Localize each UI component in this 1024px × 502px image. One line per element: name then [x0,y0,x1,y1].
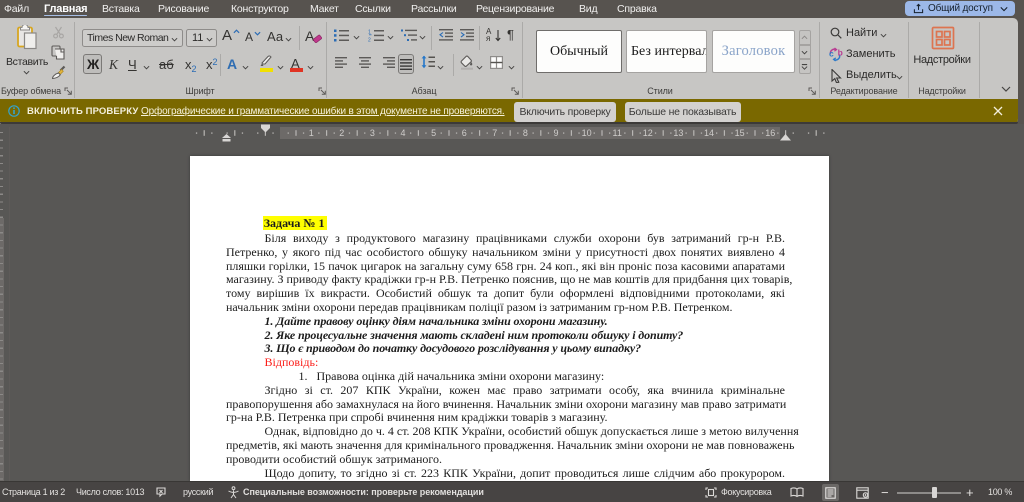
svg-text:9: 9 [553,128,558,138]
svg-text:3: 3 [370,128,375,138]
svg-text:6: 6 [462,128,467,138]
svg-text:16: 16 [765,128,775,138]
svg-text:13: 13 [673,128,683,138]
svg-text:11: 11 [613,128,622,138]
svg-text:5: 5 [431,128,436,138]
svg-text:14: 14 [704,128,714,138]
svg-text:8: 8 [523,128,528,138]
svg-text:c: c [829,49,834,59]
svg-text:2: 2 [339,128,344,138]
svg-text:10: 10 [582,128,592,138]
svg-text:7: 7 [492,128,497,138]
svg-text:2: 2 [368,38,371,43]
svg-text:1: 1 [309,128,314,138]
svg-text:12: 12 [643,128,653,138]
svg-text:4: 4 [400,128,405,138]
svg-text:15: 15 [735,128,745,138]
svg-text:b: b [838,47,843,57]
